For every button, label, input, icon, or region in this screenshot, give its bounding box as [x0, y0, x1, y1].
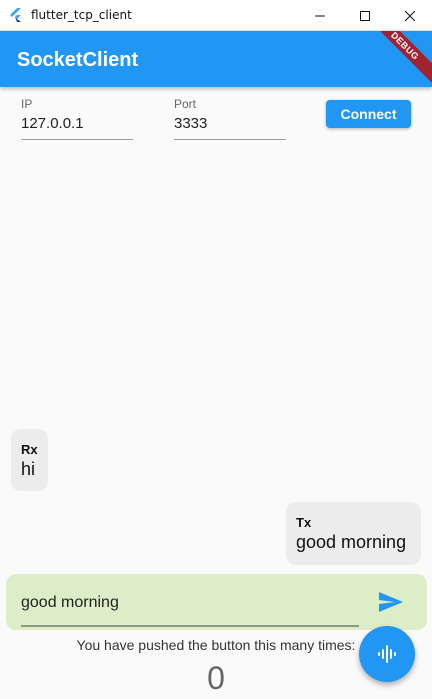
message-bubble-tx: Tx good morning — [286, 502, 421, 565]
port-underline — [174, 139, 286, 140]
minimize-icon — [314, 15, 325, 16]
maximize-button[interactable] — [342, 0, 387, 31]
send-icon — [379, 592, 403, 612]
voice-wave-icon — [378, 645, 396, 663]
send-button[interactable] — [378, 591, 404, 613]
message-input[interactable]: good morning — [21, 594, 119, 612]
message-sender: Rx — [21, 442, 38, 457]
minimize-button[interactable] — [297, 0, 342, 31]
ip-input[interactable]: 127.0.0.1 — [21, 115, 133, 132]
voice-fab-button[interactable] — [359, 626, 415, 682]
close-button[interactable] — [387, 0, 432, 31]
ip-label: IP — [21, 97, 33, 111]
app-bar: SocketClient DEBUG — [0, 31, 432, 87]
maximize-icon — [359, 10, 370, 21]
close-icon — [404, 10, 415, 21]
ip-field[interactable]: IP 127.0.0.1 — [21, 97, 133, 140]
message-sender: Tx — [296, 515, 312, 530]
port-label: Port — [174, 97, 197, 111]
connect-button[interactable]: Connect — [326, 100, 411, 128]
message-bubble-rx: Rx hi — [11, 429, 48, 491]
message-text: good morning — [296, 532, 407, 552]
app-title: SocketClient — [17, 49, 139, 71]
message-input-underline — [21, 625, 359, 627]
port-field[interactable]: Port 3333 — [174, 97, 286, 140]
port-input[interactable]: 3333 — [174, 115, 286, 132]
window-titlebar: flutter_tcp_client — [0, 0, 432, 31]
compose-bar: good morning — [6, 574, 427, 630]
message-text: hi — [21, 459, 36, 479]
ip-underline — [21, 139, 133, 140]
window-title: flutter_tcp_client — [31, 8, 132, 22]
flutter-logo-icon — [10, 8, 21, 22]
debug-banner: DEBUG — [361, 31, 432, 87]
